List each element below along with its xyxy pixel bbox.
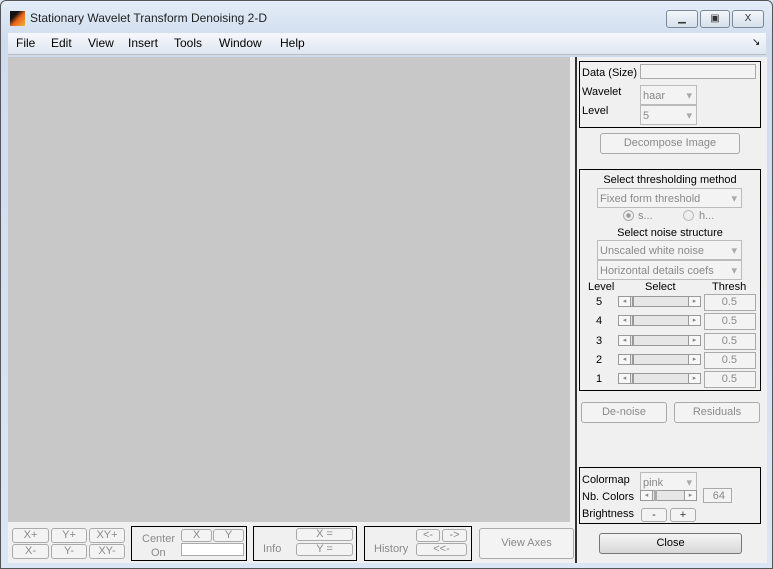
residuals-button[interactable]: Residuals (674, 402, 760, 423)
close-button[interactable]: Close (599, 533, 742, 554)
level-number: 4 (596, 315, 603, 328)
threshold-method-select[interactable]: Fixed form threshold (597, 188, 742, 209)
dock-arrow-icon[interactable]: ↘ (752, 37, 760, 48)
decompose-image-button[interactable]: Decompose Image (600, 133, 740, 154)
nb-colors-label: Nb. Colors (582, 491, 634, 503)
data-label: Data (Size) (582, 67, 638, 79)
nb-colors-field[interactable]: 64 (703, 488, 732, 503)
method-title: Select thresholding method (603, 174, 737, 186)
history-back-button[interactable]: <- (416, 529, 440, 542)
menu-bar (8, 33, 766, 55)
brightness-minus-button[interactable]: - (641, 508, 667, 522)
wavelet-label: Wavelet (582, 86, 622, 98)
xy-plus-button[interactable]: XY+ (89, 528, 125, 543)
menu-tools[interactable]: Tools (174, 36, 202, 50)
threshold-slider-level-1[interactable]: ◂ ▸ (618, 373, 701, 385)
threshold-slider-level-4[interactable]: ◂ ▸ (618, 315, 701, 327)
level-number: 5 (596, 296, 603, 308)
y-minus-button[interactable]: Y- (51, 544, 87, 559)
on-label: On (151, 547, 166, 559)
threshold-field[interactable]: 0.5 (704, 351, 756, 369)
info-y-field: Y = (296, 543, 353, 556)
matlab-logo-icon (10, 11, 25, 26)
wavelet-select[interactable]: haar (640, 85, 697, 106)
menu-window[interactable]: Window (219, 36, 262, 50)
view-axes-button[interactable]: View Axes (479, 528, 574, 559)
colormap-label: Colormap (582, 474, 630, 486)
threshold-field[interactable]: 0.5 (704, 294, 756, 311)
close-window-button[interactable]: X (732, 10, 764, 28)
colormap-select[interactable]: pink (640, 472, 697, 493)
nb-colors-slider[interactable]: ◂ ▸ (640, 490, 697, 501)
level-number: 2 (596, 353, 603, 366)
x-plus-button[interactable]: X+ (12, 528, 49, 543)
center-y-button[interactable]: Y (213, 529, 244, 542)
col-select: Select (645, 281, 676, 293)
maximize-button[interactable]: ▣ (700, 10, 730, 28)
threshold-field[interactable]: 0.5 (704, 371, 756, 389)
minimize-button[interactable]: ▁ (666, 10, 698, 28)
soft-radio[interactable] (623, 210, 634, 221)
level-label: Level (582, 105, 609, 117)
threshold-slider-level-2[interactable]: ◂ ▸ (618, 353, 701, 365)
threshold-slider-level-5[interactable]: ◂ ▸ (618, 296, 701, 307)
history-forward-button[interactable]: -> (442, 529, 467, 542)
brightness-label: Brightness (582, 508, 634, 520)
history-label: History (374, 543, 409, 555)
center-x-button[interactable]: X (181, 529, 212, 542)
level-select[interactable]: 5 (640, 105, 697, 126)
soft-label: s... (638, 210, 653, 222)
menu-insert[interactable]: Insert (128, 36, 158, 50)
noise-title: Select noise structure (617, 227, 723, 239)
menu-edit[interactable]: Edit (51, 36, 72, 50)
divider (575, 57, 577, 563)
data-size-field (640, 64, 756, 79)
level-number: 3 (596, 334, 603, 347)
hard-radio[interactable] (683, 210, 694, 221)
xy-minus-button[interactable]: XY- (89, 544, 125, 559)
history-first-button[interactable]: <<- (416, 543, 467, 556)
threshold-field[interactable]: 0.5 (704, 313, 756, 331)
brightness-plus-button[interactable]: + (670, 508, 696, 522)
hard-label: h... (699, 210, 715, 222)
denoise-button[interactable]: De-noise (581, 402, 667, 423)
info-label: Info (263, 543, 282, 555)
image-axes[interactable] (8, 57, 570, 522)
center-on-field[interactable] (181, 543, 244, 556)
threshold-field[interactable]: 0.5 (704, 332, 756, 350)
menu-view[interactable]: View (88, 36, 114, 50)
col-level: Level (588, 281, 615, 293)
threshold-slider-level-3[interactable]: ◂ ▸ (618, 334, 701, 346)
coefs-select[interactable]: Horizontal details coefs (597, 260, 742, 281)
x-minus-button[interactable]: X- (12, 544, 49, 559)
menu-help[interactable]: Help (280, 36, 305, 50)
menu-file[interactable]: File (16, 36, 35, 50)
center-label: Center (142, 533, 176, 545)
level-number: 1 (596, 373, 603, 386)
window-title: Stationary Wavelet Transform Denoising 2… (30, 11, 267, 25)
y-plus-button[interactable]: Y+ (51, 528, 87, 543)
noise-structure-select[interactable]: Unscaled white noise (597, 240, 742, 261)
col-thresh: Thresh (712, 281, 747, 293)
info-x-field: X = (296, 528, 353, 541)
